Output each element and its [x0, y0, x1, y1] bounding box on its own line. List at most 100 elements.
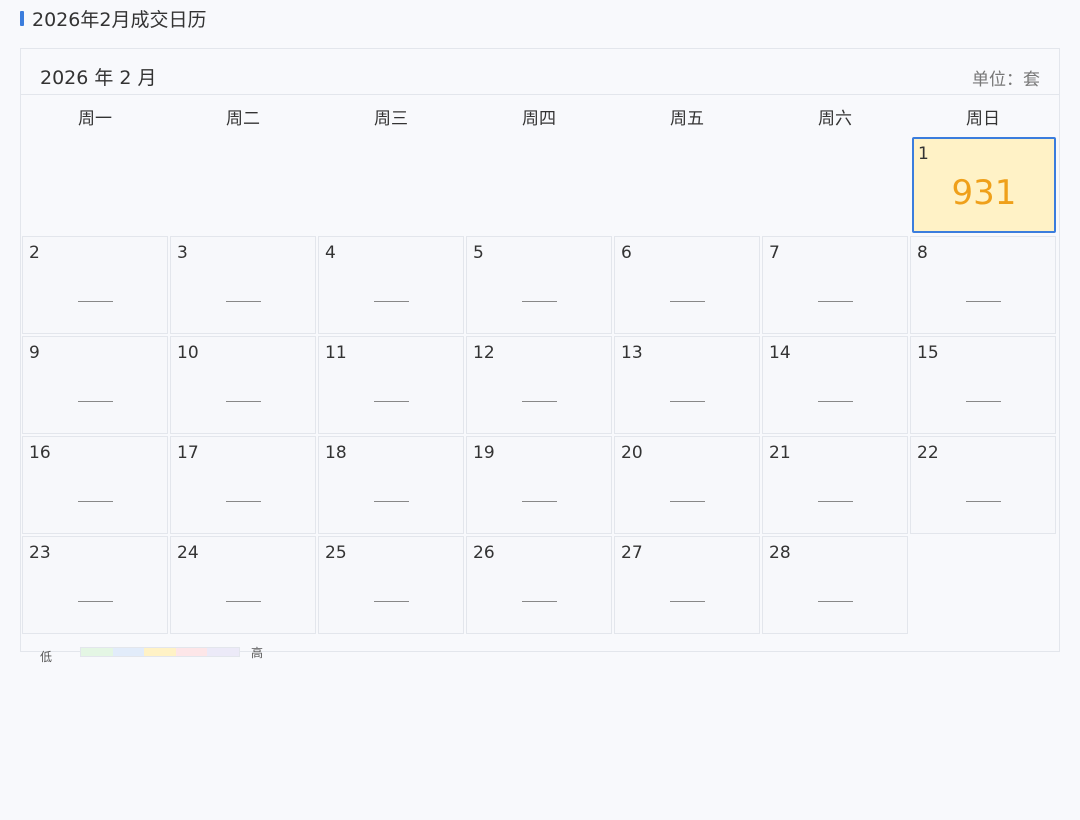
day-number: 12: [473, 343, 495, 363]
transaction-calendar: 2026 年 2 月 单位：套 周一 周二 周三 周四 周五 周六 周日 1 93…: [20, 48, 1060, 652]
legend-color-scale: [80, 647, 241, 657]
day-number: 14: [769, 343, 791, 363]
day-number: 24: [177, 543, 199, 563]
no-data-dash: [226, 601, 261, 602]
no-data-dash: [78, 501, 113, 502]
calendar-day-cell[interactable]: 26: [466, 536, 612, 634]
no-data-dash: [522, 601, 557, 602]
calendar-day-cell[interactable]: 25: [318, 536, 464, 634]
no-data-dash: [670, 401, 705, 402]
calendar-day-cell[interactable]: 8: [910, 236, 1056, 334]
day-number: 5: [473, 243, 484, 263]
calendar-day-cell[interactable]: 11: [318, 336, 464, 434]
no-data-dash: [818, 601, 853, 602]
no-data-dash: [818, 301, 853, 302]
calendar-day-cell[interactable]: 12: [466, 336, 612, 434]
legend-swatch: [144, 648, 176, 656]
calendar-day-cell[interactable]: 13: [614, 336, 760, 434]
day-transaction-count: 931: [951, 173, 1017, 213]
calendar-day-cell[interactable]: 24: [170, 536, 316, 634]
no-data-dash: [226, 501, 261, 502]
title-accent-bar: [20, 10, 24, 26]
weekday-label: 周日: [966, 109, 1000, 129]
no-data-dash: [78, 401, 113, 402]
no-data-dash: [966, 301, 1001, 302]
no-data-dash: [522, 501, 557, 502]
no-data-dash: [78, 301, 113, 302]
day-number: 23: [29, 543, 51, 563]
calendar-day-cell[interactable]: 9: [22, 336, 168, 434]
day-number: 9: [29, 343, 40, 363]
day-number: 28: [769, 543, 791, 563]
calendar-day-cell[interactable]: 21: [762, 436, 908, 534]
no-data-dash: [226, 301, 261, 302]
calendar-day-cell[interactable]: 15: [910, 336, 1056, 434]
no-data-dash: [78, 601, 113, 602]
calendar-day-cell[interactable]: 6: [614, 236, 760, 334]
day-number: 1: [918, 144, 929, 164]
day-number: 17: [177, 443, 199, 463]
weekday-label: 周六: [818, 109, 852, 129]
calendar-day-cell[interactable]: 20: [614, 436, 760, 534]
no-data-dash: [374, 401, 409, 402]
no-data-dash: [818, 401, 853, 402]
calendar-day-cell[interactable]: 10: [170, 336, 316, 434]
page-title: 2026年2月成交日历: [32, 8, 207, 31]
day-number: 25: [325, 543, 347, 563]
day-number: 21: [769, 443, 791, 463]
calendar-day-cell[interactable]: 19: [466, 436, 612, 534]
calendar-day-cell[interactable]: 1 931: [912, 137, 1056, 233]
weekday-header-row: 周一 周二 周三 周四 周五 周六 周日: [21, 95, 1060, 135]
weekday-label: 周四: [522, 109, 556, 129]
calendar-day-cell[interactable]: 2: [22, 236, 168, 334]
calendar-day-cell[interactable]: 22: [910, 436, 1056, 534]
calendar-day-cell[interactable]: 16: [22, 436, 168, 534]
calendar-day-cell[interactable]: 23: [22, 536, 168, 634]
legend-low-label: 低: [40, 649, 53, 664]
day-number: 7: [769, 243, 780, 263]
no-data-dash: [670, 601, 705, 602]
day-number: 16: [29, 443, 51, 463]
day-number: 19: [473, 443, 495, 463]
calendar-day-cell[interactable]: 18: [318, 436, 464, 534]
day-number: 8: [917, 243, 928, 263]
day-number: 2: [29, 243, 40, 263]
day-number: 20: [621, 443, 643, 463]
calendar-day-cell[interactable]: 3: [170, 236, 316, 334]
no-data-dash: [966, 501, 1001, 502]
weekday-label: 周二: [226, 109, 260, 129]
no-data-dash: [374, 601, 409, 602]
color-legend: 低 高: [40, 645, 264, 664]
day-number: 18: [325, 443, 347, 463]
weekday-label: 周三: [374, 109, 408, 129]
day-number: 22: [917, 443, 939, 463]
no-data-dash: [818, 501, 853, 502]
no-data-dash: [374, 501, 409, 502]
day-number: 26: [473, 543, 495, 563]
day-number: 3: [177, 243, 188, 263]
calendar-day-cell[interactable]: 28: [762, 536, 908, 634]
calendar-day-cell[interactable]: 17: [170, 436, 316, 534]
calendar-day-cell[interactable]: 5: [466, 236, 612, 334]
calendar-day-cell[interactable]: 7: [762, 236, 908, 334]
calendar-day-cell[interactable]: 14: [762, 336, 908, 434]
no-data-dash: [374, 301, 409, 302]
no-data-dash: [226, 401, 261, 402]
legend-swatch: [175, 648, 208, 656]
unit-label: 单位：套: [972, 70, 1040, 90]
month-label: 2026 年 2 月: [40, 67, 157, 89]
no-data-dash: [670, 301, 705, 302]
day-number: 6: [621, 243, 632, 263]
weekday-label: 周一: [78, 109, 112, 129]
legend-swatch: [112, 648, 145, 656]
no-data-dash: [522, 301, 557, 302]
page-header: 2026年2月成交日历: [20, 6, 207, 31]
legend-high-label: 高: [251, 645, 264, 660]
calendar-day-cell[interactable]: 27: [614, 536, 760, 634]
day-number: 10: [177, 343, 199, 363]
day-number: 11: [325, 343, 347, 363]
day-number: 4: [325, 243, 336, 263]
day-number: 15: [917, 343, 939, 363]
no-data-dash: [670, 501, 705, 502]
calendar-day-cell[interactable]: 4: [318, 236, 464, 334]
